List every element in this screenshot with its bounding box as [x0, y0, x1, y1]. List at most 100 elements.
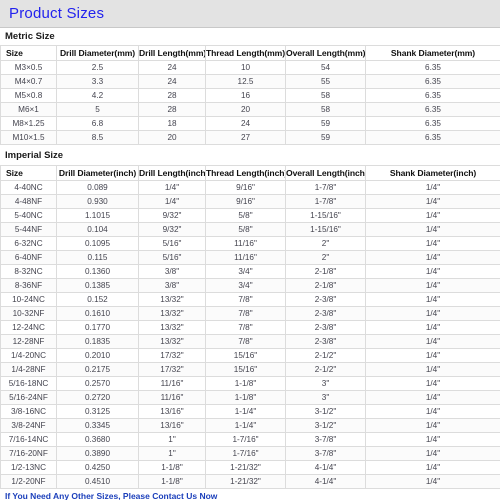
metric-cell-r0-c5: 6.35 — [365, 60, 500, 76]
imperial-cell-r4-c1: 0.1095 — [56, 235, 139, 251]
imperial-cell-r18-c0: 7/16-14NC — [0, 431, 57, 447]
metric-cell-r1-c0: M4×0.7 — [0, 74, 57, 90]
imperial-cell-r19-c2: 1" — [138, 445, 206, 461]
table-row: 10-24NC 0.152 13/32" 7/8" 2-3/8" 1/4" — [0, 291, 500, 307]
table-row: M10×1.5 8.5 20 27 59 6.35 — [0, 130, 500, 146]
imperial-cell-r11-c1: 0.1835 — [56, 333, 139, 349]
metric-column-header-2: Drill Length(mm) — [138, 45, 206, 62]
imperial-cell-r11-c3: 7/8" — [205, 333, 286, 349]
imperial-cell-r8-c5: 1/4" — [365, 291, 500, 307]
imperial-cell-r21-c4: 4-1/4" — [285, 473, 366, 489]
metric-cell-r4-c4: 59 — [285, 116, 366, 132]
imperial-cell-r12-c4: 2-1/2" — [285, 347, 366, 363]
imperial-cell-r7-c2: 3/8" — [138, 277, 206, 293]
imperial-cell-r7-c0: 8-36NF — [0, 277, 57, 293]
imperial-cell-r12-c0: 1/4-20NC — [0, 347, 57, 363]
imperial-table-body: 4-40NC 0.089 1/4" 9/16" 1-7/8" 1/4" 4-48NF 0.93… — [0, 179, 500, 489]
imperial-cell-r7-c3: 3/4" — [205, 277, 286, 293]
imperial-cell-r7-c1: 0.1385 — [56, 277, 139, 293]
imperial-cell-r2-c0: 5-40NC — [0, 207, 57, 223]
imperial-cell-r13-c1: 0.2175 — [56, 361, 139, 377]
metric-cell-r3-c3: 20 — [205, 102, 286, 118]
imperial-cell-r16-c3: 1-1/4" — [205, 403, 286, 419]
contact-note[interactable]: If You Need Any Other Sizes, Please Cont… — [0, 489, 500, 500]
imperial-cell-r10-c3: 7/8" — [205, 319, 286, 335]
imperial-cell-r13-c3: 15/16" — [205, 361, 286, 377]
imperial-cell-r15-c3: 1-1/8" — [205, 389, 286, 405]
imperial-cell-r17-c5: 1/4" — [365, 417, 500, 433]
imperial-size-table: Size Drill Diameter(inch) Drill Length(inc… — [0, 164, 500, 489]
imperial-cell-r15-c2: 11/16" — [138, 389, 206, 405]
table-row: 12-28NF 0.1835 13/32" 7/8" 2-3/8" 1/4" — [0, 333, 500, 349]
table-row: 3/8-16NC 0.3125 13/16" 1-1/4" 3-1/2" 1/4" — [0, 403, 500, 419]
imperial-cell-r11-c5: 1/4" — [365, 333, 500, 349]
imperial-cell-r20-c5: 1/4" — [365, 459, 500, 475]
imperial-cell-r2-c5: 1/4" — [365, 207, 500, 223]
imperial-cell-r8-c4: 2-3/8" — [285, 291, 366, 307]
imperial-cell-r20-c4: 4-1/4" — [285, 459, 366, 475]
imperial-cell-r19-c3: 1-7/16" — [205, 445, 286, 461]
imperial-cell-r6-c4: 2-1/8" — [285, 263, 366, 279]
imperial-cell-r12-c2: 17/32" — [138, 347, 206, 363]
metric-header-row: Size Drill Diameter(mm) Drill Length(mm) Th… — [0, 45, 500, 62]
table-row: 1/2-20NF 0.4510 1-1/8" 1-21/32" 4-1/4" 1/4" — [0, 473, 500, 489]
imperial-cell-r4-c3: 11/16" — [205, 235, 286, 251]
imperial-cell-r8-c0: 10-24NC — [0, 291, 57, 307]
metric-cell-r4-c5: 6.35 — [365, 116, 500, 132]
imperial-cell-r19-c4: 3-7/8" — [285, 445, 366, 461]
imperial-cell-r5-c4: 2" — [285, 249, 366, 265]
table-row: 4-40NC 0.089 1/4" 9/16" 1-7/8" 1/4" — [0, 179, 500, 195]
imperial-cell-r11-c0: 12-28NF — [0, 333, 57, 349]
metric-cell-r2-c0: M5×0.8 — [0, 88, 57, 104]
imperial-cell-r3-c4: 1-15/16" — [285, 221, 366, 237]
imperial-cell-r13-c5: 1/4" — [365, 361, 500, 377]
imperial-cell-r16-c1: 0.3125 — [56, 403, 139, 419]
imperial-cell-r4-c0: 6-32NC — [0, 235, 57, 251]
imperial-cell-r3-c2: 9/32" — [138, 221, 206, 237]
imperial-column-header-2: Drill Length(inch) — [138, 164, 206, 181]
metric-column-header-5: Shank Diameter(mm) — [365, 45, 500, 62]
table-row: 7/16-14NC 0.3680 1" 1-7/16" 3-7/8" 1/4" — [0, 431, 500, 447]
table-row: 1/4-28NF 0.2175 17/32" 15/16" 2-1/2" 1/4" — [0, 361, 500, 377]
metric-cell-r0-c0: M3×0.5 — [0, 60, 57, 76]
imperial-cell-r9-c3: 7/8" — [205, 305, 286, 321]
imperial-cell-r18-c5: 1/4" — [365, 431, 500, 447]
table-row: 8-36NF 0.1385 3/8" 3/4" 2-1/8" 1/4" — [0, 277, 500, 293]
imperial-cell-r21-c2: 1-1/8" — [138, 473, 206, 489]
metric-cell-r4-c1: 6.8 — [56, 116, 139, 132]
metric-cell-r4-c3: 24 — [205, 116, 286, 132]
imperial-cell-r1-c5: 1/4" — [365, 193, 500, 209]
table-row: 5/16-18NC 0.2570 11/16" 1-1/8" 3" 1/4" — [0, 375, 500, 391]
imperial-cell-r17-c2: 13/16" — [138, 417, 206, 433]
product-sizes-page: Product Sizes Metric Size Size Drill Diam… — [0, 0, 500, 500]
imperial-cell-r13-c4: 2-1/2" — [285, 361, 366, 377]
table-row: 5-40NC 1.1015 9/32" 5/8" 1-15/16" 1/4" — [0, 207, 500, 223]
imperial-cell-r15-c5: 1/4" — [365, 389, 500, 405]
metric-cell-r5-c3: 27 — [205, 130, 286, 146]
imperial-cell-r4-c5: 1/4" — [365, 235, 500, 251]
metric-cell-r2-c2: 28 — [138, 88, 206, 104]
imperial-cell-r17-c3: 1-1/4" — [205, 417, 286, 433]
metric-cell-r1-c2: 24 — [138, 74, 206, 90]
imperial-cell-r14-c5: 1/4" — [365, 375, 500, 391]
imperial-cell-r4-c2: 5/16" — [138, 235, 206, 251]
imperial-cell-r18-c2: 1" — [138, 431, 206, 447]
metric-cell-r2-c3: 16 — [205, 88, 286, 104]
imperial-cell-r16-c4: 3-1/2" — [285, 403, 366, 419]
imperial-cell-r9-c4: 2-3/8" — [285, 305, 366, 321]
imperial-cell-r17-c0: 3/8-24NF — [0, 417, 57, 433]
imperial-cell-r20-c3: 1-21/32" — [205, 459, 286, 475]
metric-cell-r1-c5: 6.35 — [365, 74, 500, 90]
table-row: 5/16-24NF 0.2720 11/16" 1-1/8" 3" 1/4" — [0, 389, 500, 405]
imperial-cell-r12-c1: 0.2010 — [56, 347, 139, 363]
imperial-cell-r11-c2: 13/32" — [138, 333, 206, 349]
imperial-cell-r1-c0: 4-48NF — [0, 193, 57, 209]
metric-cell-r3-c0: M6×1 — [0, 102, 57, 118]
imperial-cell-r0-c0: 4-40NC — [0, 179, 57, 195]
imperial-header-row: Size Drill Diameter(inch) Drill Length(inc… — [0, 164, 500, 181]
metric-table-head: Size Drill Diameter(mm) Drill Length(mm) Th… — [0, 45, 500, 62]
imperial-cell-r13-c0: 1/4-28NF — [0, 361, 57, 377]
imperial-cell-r8-c2: 13/32" — [138, 291, 206, 307]
metric-cell-r5-c4: 59 — [285, 130, 366, 146]
table-row: 4-48NF 0.930 1/4" 9/16" 1-7/8" 1/4" — [0, 193, 500, 209]
